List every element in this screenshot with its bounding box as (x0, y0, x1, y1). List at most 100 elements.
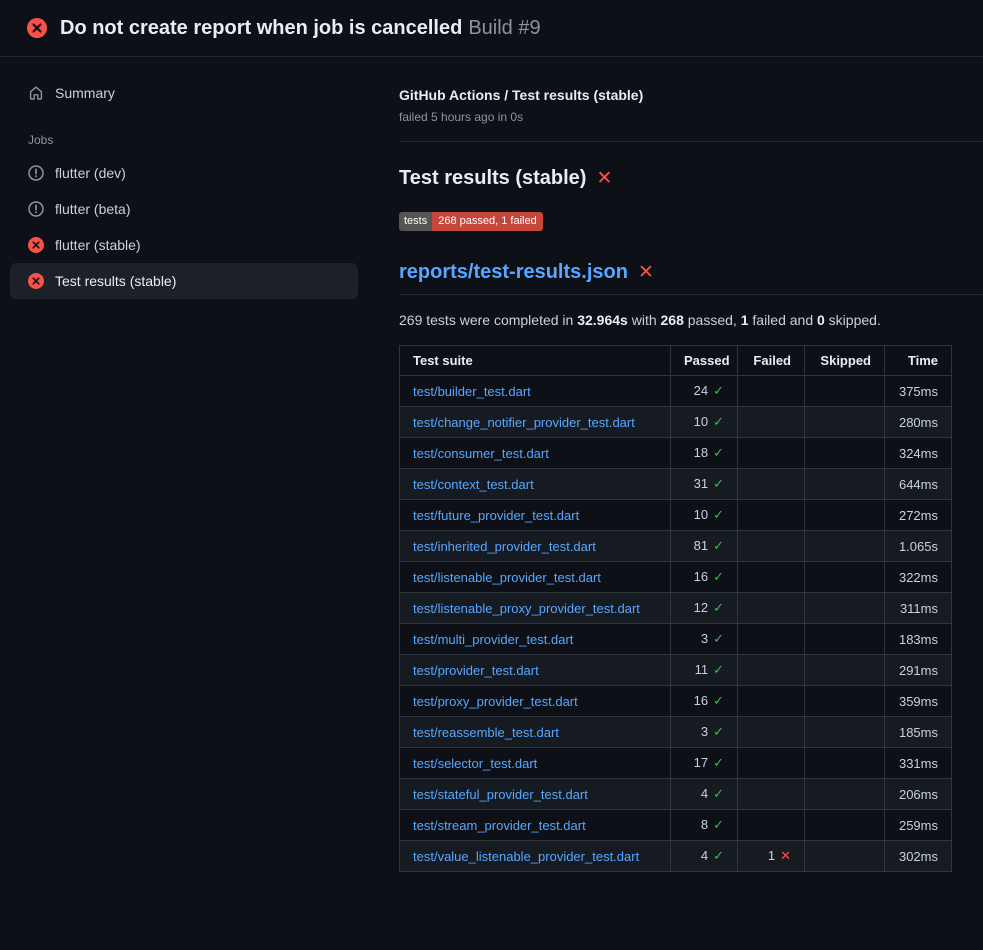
check-icon: ✓ (713, 662, 724, 677)
sidebar-job-flutter-dev[interactable]: flutter (dev) (10, 155, 358, 191)
table-row: test/proxy_provider_test.dart 16 ✓ 359ms (400, 686, 952, 717)
failed-cell (738, 376, 805, 407)
suite-cell: test/context_test.dart (400, 469, 671, 500)
time-cell: 375ms (885, 376, 952, 407)
time-cell: 272ms (885, 500, 952, 531)
suite-link[interactable]: test/value_listenable_provider_test.dart (413, 849, 639, 864)
table-row: test/consumer_test.dart18✓324ms (400, 438, 952, 469)
skipped-cell (805, 624, 885, 655)
suite-link[interactable]: test/stream_provider_test.dart (413, 818, 586, 833)
count-value: 4 (701, 848, 708, 863)
main-content: GitHub Actions / Test results (stable) f… (368, 57, 983, 872)
report-file-link[interactable]: reports/test-results.json (399, 261, 628, 284)
suite-link[interactable]: test/context_test.dart (413, 477, 534, 492)
passed-cell: 16✓ (671, 562, 738, 593)
time-cell: 359ms (885, 686, 952, 717)
suite-link[interactable]: test/future_provider_test.dart (413, 508, 579, 523)
check-icon: ✓ (713, 693, 724, 708)
suite-link[interactable]: test/consumer_test.dart (413, 446, 549, 461)
count-value: 12 (694, 600, 708, 615)
table-row: test/future_provider_test.dart10✓272ms (400, 500, 952, 531)
skipped-cell (805, 438, 885, 469)
x-circle-icon (28, 273, 44, 289)
failed-cell: 1✕ (738, 841, 805, 872)
badge-value: 268 passed, 1 failed (432, 212, 542, 231)
suite-link[interactable]: test/reassemble_test.dart (413, 725, 559, 740)
table-row: test/builder_test.dart 24 ✓ 375ms (400, 376, 952, 407)
job-label: flutter (beta) (55, 201, 130, 217)
suite-link[interactable]: test/selector_test.dart (413, 756, 537, 771)
sidebar-job-flutter-stable[interactable]: flutter (stable) (10, 227, 358, 263)
failed-cell (738, 407, 805, 438)
time-cell: 322ms (885, 562, 952, 593)
time-cell: 259ms (885, 810, 952, 841)
count-value: 3 (701, 631, 708, 646)
check-icon: ✓ (713, 538, 724, 553)
failed-cell (738, 562, 805, 593)
time-cell: 331ms (885, 748, 952, 779)
check-icon: ✓ (713, 414, 724, 429)
skipped-cell (805, 407, 885, 438)
check-icon: ✓ (713, 383, 724, 398)
sidebar-job-test-results-stable[interactable]: Test results (stable) (10, 263, 358, 299)
check-icon: ✓ (713, 445, 724, 460)
sidebar-item-summary[interactable]: Summary (10, 75, 358, 111)
suite-link[interactable]: test/change_notifier_provider_test.dart (413, 415, 635, 430)
summary-value: 32.964s (577, 312, 628, 328)
check-icon: ✓ (713, 631, 724, 646)
table-row: test/inherited_provider_test.dart81✓1.06… (400, 531, 952, 562)
page-title: Do not create report when job is cancell… (60, 17, 541, 40)
suite-link[interactable]: test/listenable_provider_test.dart (413, 570, 601, 585)
count-value: 3 (701, 724, 708, 739)
suite-cell: test/listenable_provider_test.dart (400, 562, 671, 593)
skipped-cell (805, 779, 885, 810)
passed-cell: 4✓ (671, 841, 738, 872)
sidebar-job-flutter-beta[interactable]: flutter (beta) (10, 191, 358, 227)
count-value: 10 (694, 507, 708, 522)
suite-link[interactable]: test/provider_test.dart (413, 663, 539, 678)
suite-link[interactable]: test/listenable_proxy_provider_test.dart (413, 601, 640, 616)
suite-cell: test/future_provider_test.dart (400, 500, 671, 531)
skipped-cell (805, 841, 885, 872)
summary-text: skipped. (825, 312, 881, 328)
x-icon: ✕ (780, 848, 791, 863)
sidebar-summary-label: Summary (55, 85, 115, 101)
x-circle-icon (28, 237, 44, 253)
failed-cell (738, 500, 805, 531)
skipped-cell (805, 562, 885, 593)
check-run-header: Do not create report when job is cancell… (0, 0, 983, 57)
table-row: test/listenable_proxy_provider_test.dart… (400, 593, 952, 624)
suite-link[interactable]: test/builder_test.dart (413, 384, 531, 399)
x-icon: ✕ (596, 169, 612, 188)
summary-text: with (628, 312, 661, 328)
suite-cell: test/change_notifier_provider_test.dart (400, 407, 671, 438)
count-value: 24 (694, 383, 708, 398)
skipped-cell (805, 531, 885, 562)
time-cell: 311ms (885, 593, 952, 624)
passed-cell: 10✓ (671, 407, 738, 438)
passed-cell: 3✓ (671, 717, 738, 748)
passed-cell: 3✓ (671, 624, 738, 655)
count-value: 16 (694, 693, 708, 708)
suite-link[interactable]: test/multi_provider_test.dart (413, 632, 573, 647)
badge-label: tests (399, 212, 432, 231)
table-row: test/change_notifier_provider_test.dart 1… (400, 407, 952, 438)
table-row: test/stream_provider_test.dart8✓259ms (400, 810, 952, 841)
x-circle-icon (27, 18, 47, 38)
table-row: test/value_listenable_provider_test.dart… (400, 841, 952, 872)
failed-cell (738, 655, 805, 686)
skipped-cell (805, 748, 885, 779)
time-cell: 206ms (885, 779, 952, 810)
suite-link[interactable]: test/inherited_provider_test.dart (413, 539, 596, 554)
x-icon: ✕ (638, 263, 654, 282)
failed-cell (738, 469, 805, 500)
failed-cell (738, 438, 805, 469)
passed-cell: 81✓ (671, 531, 738, 562)
time-cell: 291ms (885, 655, 952, 686)
passed-cell: 16 ✓ (671, 686, 738, 717)
skipped-cell (805, 655, 885, 686)
skipped-cell (805, 469, 885, 500)
suite-link[interactable]: test/proxy_provider_test.dart (413, 694, 578, 709)
suite-link[interactable]: test/stateful_provider_test.dart (413, 787, 588, 802)
passed-cell: 31✓ (671, 469, 738, 500)
